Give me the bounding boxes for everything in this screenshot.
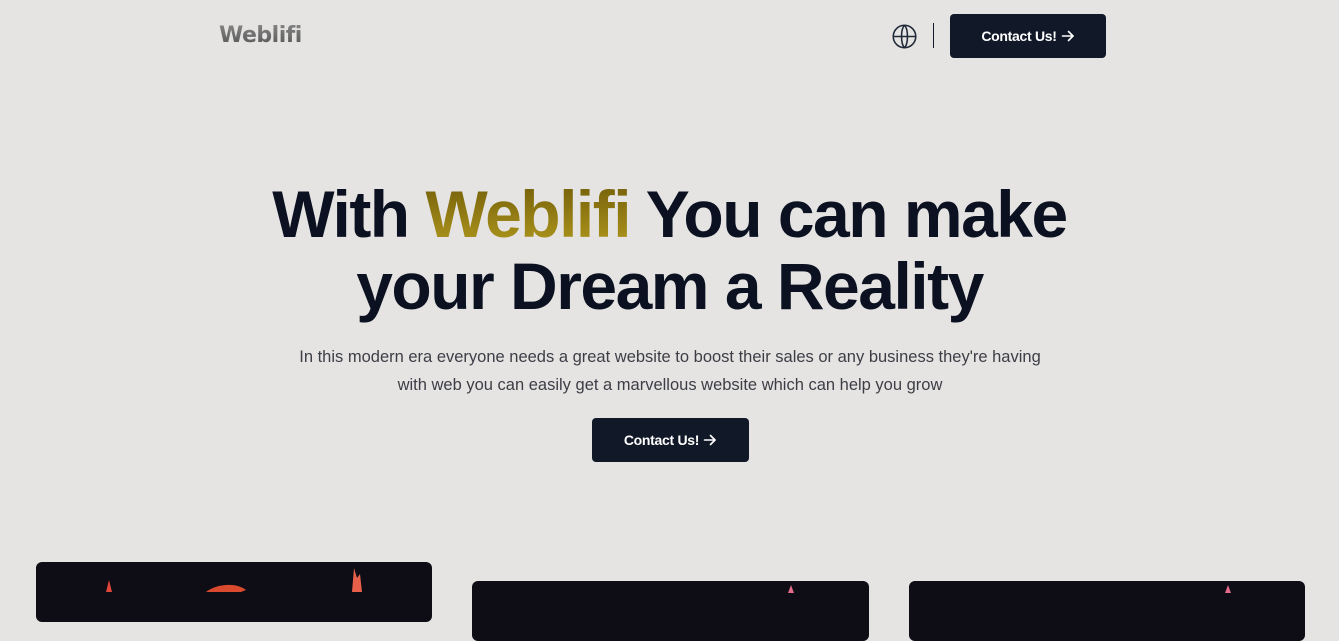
- hero-title-brand: Weblifi: [425, 177, 631, 251]
- arrow-right-icon: [1061, 29, 1075, 43]
- navbar: Weblifi Contact Us!: [0, 0, 1339, 72]
- hero-title-part2: You can make: [645, 177, 1068, 251]
- hero-title: With Weblifi You can make your Dream a R…: [0, 178, 1339, 322]
- nav-contact-label: Contact Us!: [981, 28, 1057, 44]
- logo[interactable]: Weblifi: [219, 21, 302, 51]
- showcase-card[interactable]: [909, 581, 1305, 641]
- card-artwork: [1225, 585, 1231, 593]
- card-artwork: [788, 585, 794, 593]
- hero-title-line2: your Dream a Reality: [356, 249, 984, 323]
- hero-contact-button[interactable]: Contact Us!: [592, 418, 749, 462]
- nav-divider: [933, 23, 934, 48]
- arrow-right-icon: [703, 433, 717, 447]
- globe-icon[interactable]: [891, 23, 918, 50]
- card-artwork: [106, 568, 362, 592]
- hero-contact-label: Contact Us!: [623, 432, 700, 448]
- showcase-card[interactable]: [472, 581, 869, 641]
- nav-contact-button[interactable]: Contact Us!: [950, 14, 1106, 58]
- hero-description: In this modern era everyone needs a grea…: [299, 348, 1041, 394]
- hero-title-part1: With: [272, 177, 410, 251]
- showcase-card[interactable]: [36, 562, 432, 622]
